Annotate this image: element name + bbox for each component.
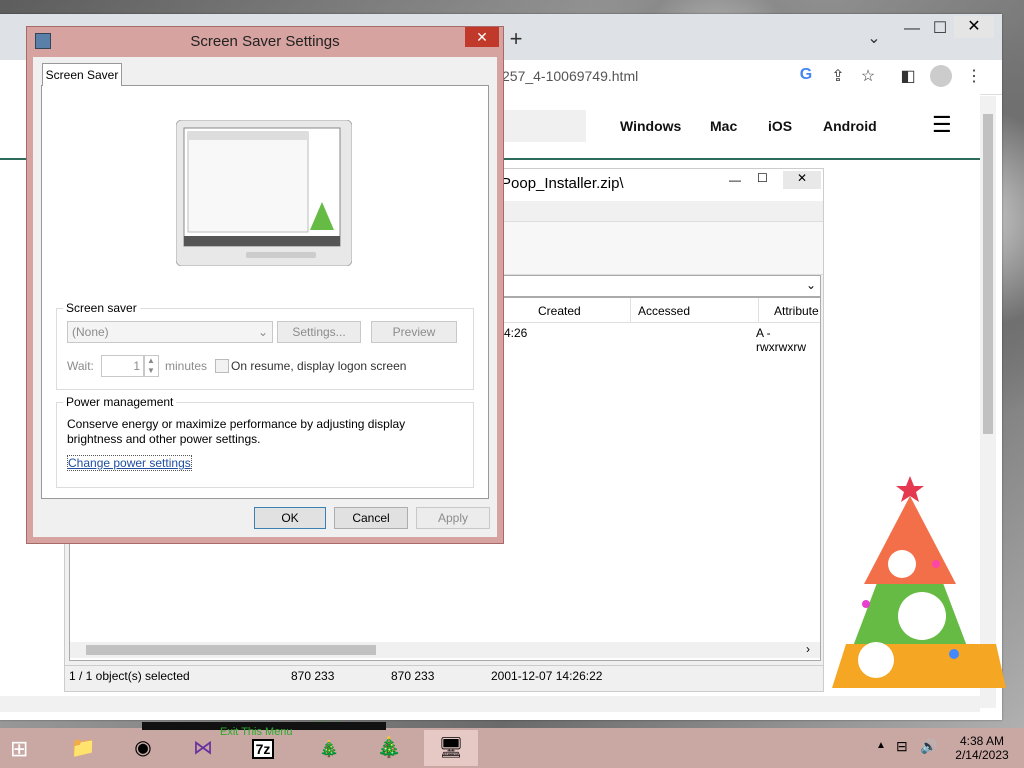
chrome-icon[interactable]: ◉: [116, 730, 170, 766]
status-date: 2001-12-07 14:26:22: [491, 669, 603, 683]
chevron-down-icon[interactable]: ⌄: [806, 278, 816, 292]
wait-minutes-field[interactable]: 1: [101, 355, 145, 377]
wait-label: Wait:: [67, 359, 94, 373]
profile-avatar[interactable]: [930, 65, 952, 87]
christmas-tree-decoration: [832, 476, 1006, 688]
scroll-right-icon[interactable]: ›: [806, 642, 810, 656]
dialog-titlebar: Screen Saver Settings ✕: [27, 27, 503, 57]
clock[interactable]: 4:38 AM 2/14/2023: [954, 734, 1010, 762]
tab-search-icon[interactable]: ⌄: [862, 28, 886, 48]
tab-screen-saver[interactable]: Screen Saver: [42, 63, 122, 86]
network-icon[interactable]: ⊟: [896, 738, 908, 755]
nav-android[interactable]: Android: [823, 118, 877, 134]
row-created: 4:26: [504, 326, 528, 340]
share-icon[interactable]: ⇪: [826, 66, 850, 86]
nav-windows[interactable]: Windows: [620, 118, 681, 134]
cancel-button[interactable]: Cancel: [334, 507, 408, 529]
taskbar: ⊞ 📁 ◉ ⋈ 7z 293:3 🎄 🎄 🖥 Exit This Menu ▲ …: [0, 720, 1024, 768]
show-hidden-icons[interactable]: ▲: [876, 740, 886, 751]
power-management-group: Power management Conserve energy or maxi…: [56, 395, 474, 488]
screen-saver-value: (None): [72, 325, 109, 339]
status-selected: 1 / 1 object(s) selected: [69, 669, 190, 683]
clock-time: 4:38 AM: [959, 734, 1005, 748]
site-search-box[interactable]: [500, 110, 586, 142]
path-combo[interactable]: ⌄: [501, 275, 821, 297]
power-description: Conserve energy or maximize performance …: [67, 417, 406, 446]
url-text[interactable]: 257_4-10069749.html: [502, 68, 638, 84]
resume-checkbox[interactable]: [215, 359, 229, 373]
resume-label: On resume, display logon screen: [231, 359, 407, 373]
file-explorer-icon[interactable]: 📁: [56, 730, 110, 766]
tree-app-counter-icon[interactable]: 293:3 🎄: [296, 720, 362, 766]
chevron-down-icon[interactable]: ⌄: [258, 322, 268, 342]
screen-saver-group: Screen saver (None) ⌄ Settings... Previe…: [56, 301, 474, 390]
screen-saver-group-label: Screen saver: [63, 301, 140, 315]
screen-saver-select[interactable]: (None) ⌄: [67, 321, 273, 343]
start-windows-icon[interactable]: ⊞: [10, 736, 28, 762]
clock-date: 2/14/2023: [955, 748, 1009, 762]
hamburger-menu-icon[interactable]: ☰: [932, 112, 952, 138]
col-created[interactable]: Created: [538, 300, 581, 322]
minimize-icon[interactable]: —: [729, 173, 741, 187]
status-size: 870 233: [291, 669, 335, 683]
preview-button[interactable]: Preview: [371, 321, 457, 343]
minimize-icon[interactable]: —: [900, 20, 924, 38]
settings-button[interactable]: Settings...: [277, 321, 361, 343]
nav-ios[interactable]: iOS: [768, 118, 792, 134]
exit-menu-text[interactable]: Exit This Menu: [220, 726, 293, 738]
close-icon[interactable]: ✕: [954, 16, 994, 38]
archive-path-title: Poop_Installer.zip\: [501, 175, 624, 192]
list-hscroll[interactable]: ›: [70, 642, 820, 658]
list-hscroll-thumb[interactable]: [86, 645, 376, 655]
dialog-title: Screen Saver Settings: [190, 33, 340, 50]
monitor-preview: [176, 120, 352, 266]
side-panel-icon[interactable]: ◧: [896, 66, 920, 86]
maximize-icon[interactable]: ☐: [928, 18, 952, 38]
page-scroll-thumb[interactable]: [983, 114, 993, 434]
wait-spinner[interactable]: ▲ ▼: [143, 355, 159, 377]
row-attribute: A -rwxrwxrw: [756, 326, 806, 354]
maximize-icon[interactable]: ☐: [757, 171, 768, 185]
nav-mac[interactable]: Mac: [710, 118, 737, 134]
status-packed: 870 233: [391, 669, 435, 683]
col-accessed[interactable]: Accessed: [638, 300, 690, 322]
google-icon[interactable]: G: [794, 66, 818, 84]
volume-icon[interactable]: 🔊: [920, 738, 937, 755]
chrome-menu-icon[interactable]: ⋮: [962, 66, 986, 86]
christmas-tree-icon[interactable]: 🎄: [362, 730, 416, 766]
new-tab-button[interactable]: +: [504, 26, 528, 52]
apply-button[interactable]: Apply: [416, 507, 490, 529]
bookmark-star-icon[interactable]: ☆: [856, 66, 880, 86]
page-horizontal-scrollbar[interactable]: [0, 696, 980, 712]
power-group-label: Power management: [63, 395, 177, 409]
status-bar: 1 / 1 object(s) selected 870 233 870 233…: [65, 665, 823, 688]
screen-saver-dialog: Screen Saver Settings ✕ Screen Saver Scr…: [26, 26, 504, 544]
tab-panel: Screen saver (None) ⌄ Settings... Previe…: [41, 85, 489, 499]
close-icon[interactable]: ✕: [465, 27, 499, 47]
change-power-settings-link[interactable]: Change power settings: [67, 455, 192, 471]
col-attribute[interactable]: Attribute: [774, 300, 819, 322]
display-settings-taskbar-icon[interactable]: 🖥: [424, 730, 478, 766]
close-icon[interactable]: ✕: [783, 171, 821, 189]
dialog-body: Screen Saver Screen saver (None) ⌄ Setti…: [33, 57, 497, 537]
minutes-label: minutes: [165, 359, 208, 373]
ok-button[interactable]: OK: [254, 507, 326, 529]
